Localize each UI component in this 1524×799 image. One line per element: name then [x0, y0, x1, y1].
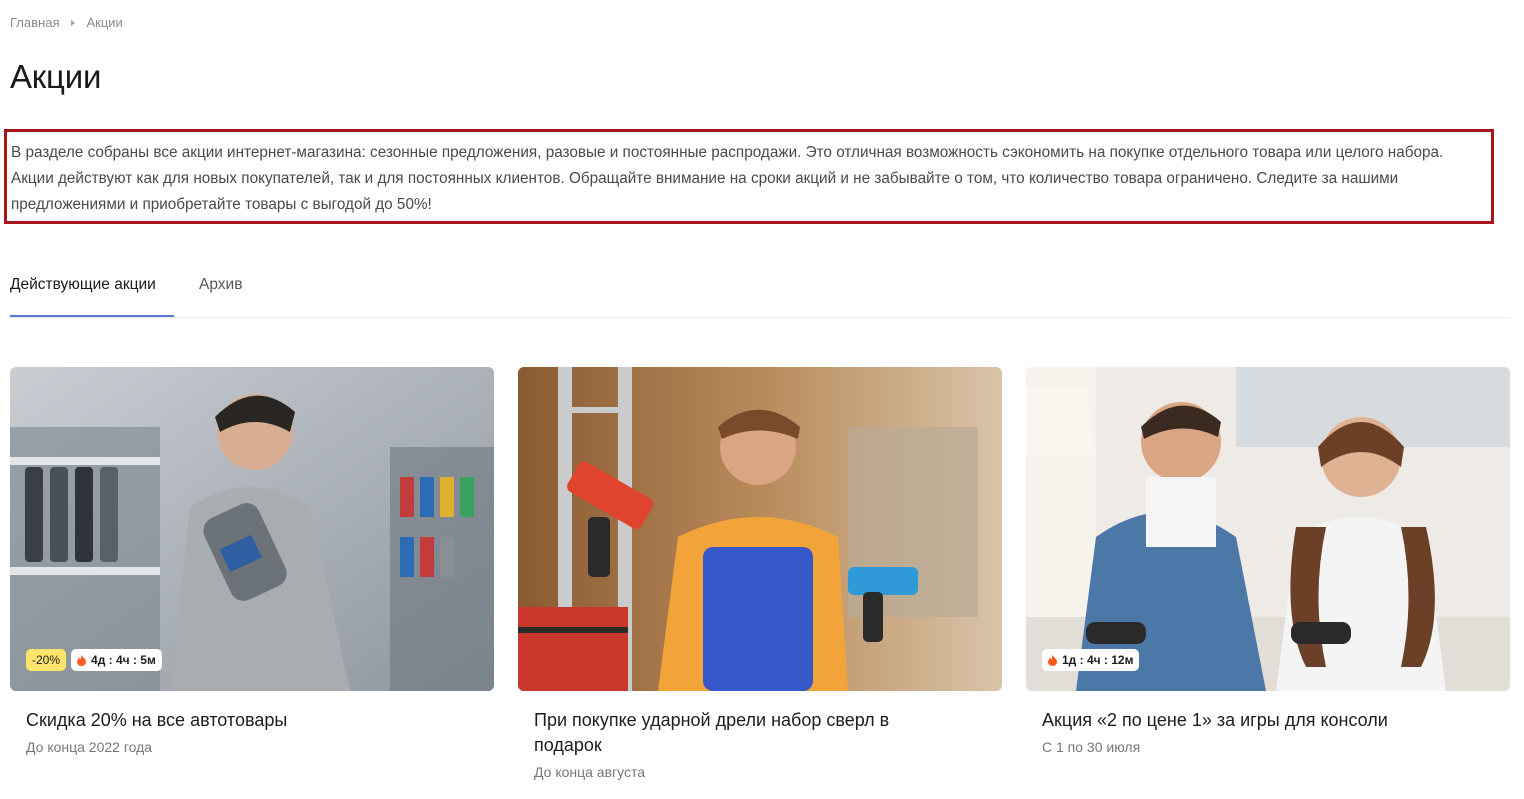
promo-date: С 1 по 30 июля: [1042, 739, 1141, 755]
countdown-text: 4д : 4ч : 5м: [91, 653, 156, 667]
discount-badge: -20%: [26, 649, 67, 671]
promo-tabs: Действующие акции Архив: [10, 268, 1510, 318]
promo-date: До конца 2022 года: [26, 739, 153, 755]
tab-archive[interactable]: Архив: [199, 276, 242, 294]
countdown-badge: 4д : 4ч : 5м: [71, 649, 162, 671]
breadcrumb-home-link[interactable]: Главная: [10, 15, 59, 30]
promo-intro-text: В разделе собраны все акции интернет-маг…: [4, 129, 1494, 224]
drill-store-photo: [518, 367, 1002, 691]
promo-badges: 1д : 4ч : 12м: [1042, 649, 1140, 671]
promo-date: До конца августа: [534, 764, 646, 780]
page-title: Акции: [10, 58, 102, 95]
promo-badges: -20% 4д : 4ч : 5м: [26, 649, 162, 671]
promo-title[interactable]: При покупке ударной дрели набор сверл в …: [518, 708, 958, 758]
promo-image-auto[interactable]: -20% 4д : 4ч : 5м: [10, 367, 494, 691]
active-tab-indicator: [10, 315, 174, 317]
tab-active-promos[interactable]: Действующие акции: [10, 276, 156, 294]
promo-card-auto: -20% 4д : 4ч : 5м Скидка 20% на все авто…: [10, 367, 494, 755]
breadcrumb-current: Акции: [86, 15, 123, 30]
gamers-photo: [1026, 367, 1510, 691]
countdown-badge: 1д : 4ч : 12м: [1042, 649, 1140, 671]
breadcrumb: Главная Акции: [10, 15, 123, 30]
breadcrumb-separator-icon: [71, 19, 76, 26]
promo-card-drill: При покупке ударной дрели набор сверл в …: [518, 367, 1002, 780]
countdown-text: 1д : 4ч : 12м: [1062, 653, 1134, 667]
auto-store-photo: [10, 367, 494, 691]
fire-icon: [1048, 654, 1057, 666]
promo-card-console: 1д : 4ч : 12м Акция «2 по цене 1» за игр…: [1026, 367, 1510, 755]
promo-image-console[interactable]: 1д : 4ч : 12м: [1026, 367, 1510, 691]
promo-title[interactable]: Акция «2 по цене 1» за игры для консоли: [1026, 708, 1466, 733]
fire-icon: [77, 654, 87, 666]
promo-title[interactable]: Скидка 20% на все автотовары: [10, 708, 450, 733]
promo-image-drill[interactable]: [518, 367, 1002, 691]
